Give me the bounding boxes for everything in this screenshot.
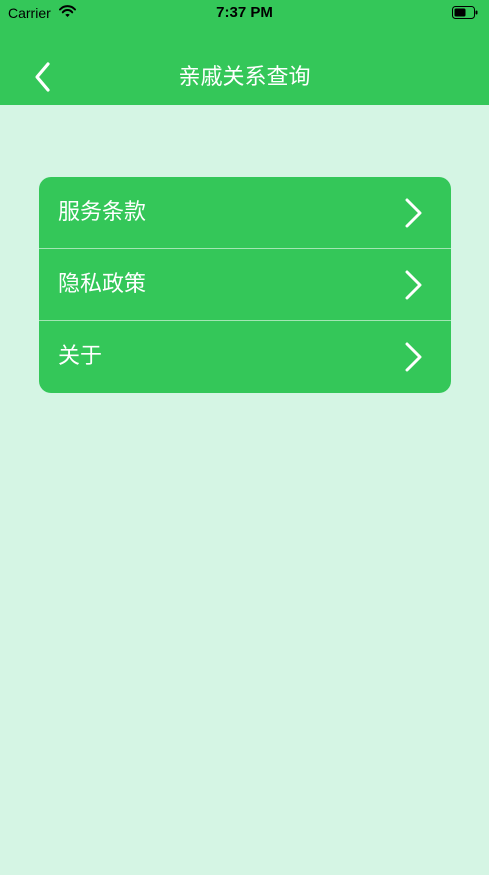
page-title: 亲戚关系查询 [178, 65, 311, 90]
status-bar: Carrier 7:37 PM [0, 0, 489, 26]
chevron-right-icon [403, 198, 425, 228]
battery-icon [452, 6, 478, 19]
menu-item-about[interactable]: 关于 [39, 321, 451, 393]
status-time: 7:37 PM [216, 4, 273, 21]
menu-item-label: 服务条款 [58, 200, 147, 225]
menu-item-label: 隐私政策 [58, 272, 147, 297]
chevron-right-icon [403, 342, 425, 372]
header: Carrier 7:37 PM 亲戚关系查询 [0, 0, 489, 105]
menu-item-privacy[interactable]: 隐私政策 [39, 249, 451, 321]
menu-card: 服务条款 隐私政策 关于 [39, 177, 451, 393]
chevron-right-icon [403, 270, 425, 300]
menu-item-terms[interactable]: 服务条款 [39, 177, 451, 249]
menu-item-label: 关于 [58, 344, 103, 369]
